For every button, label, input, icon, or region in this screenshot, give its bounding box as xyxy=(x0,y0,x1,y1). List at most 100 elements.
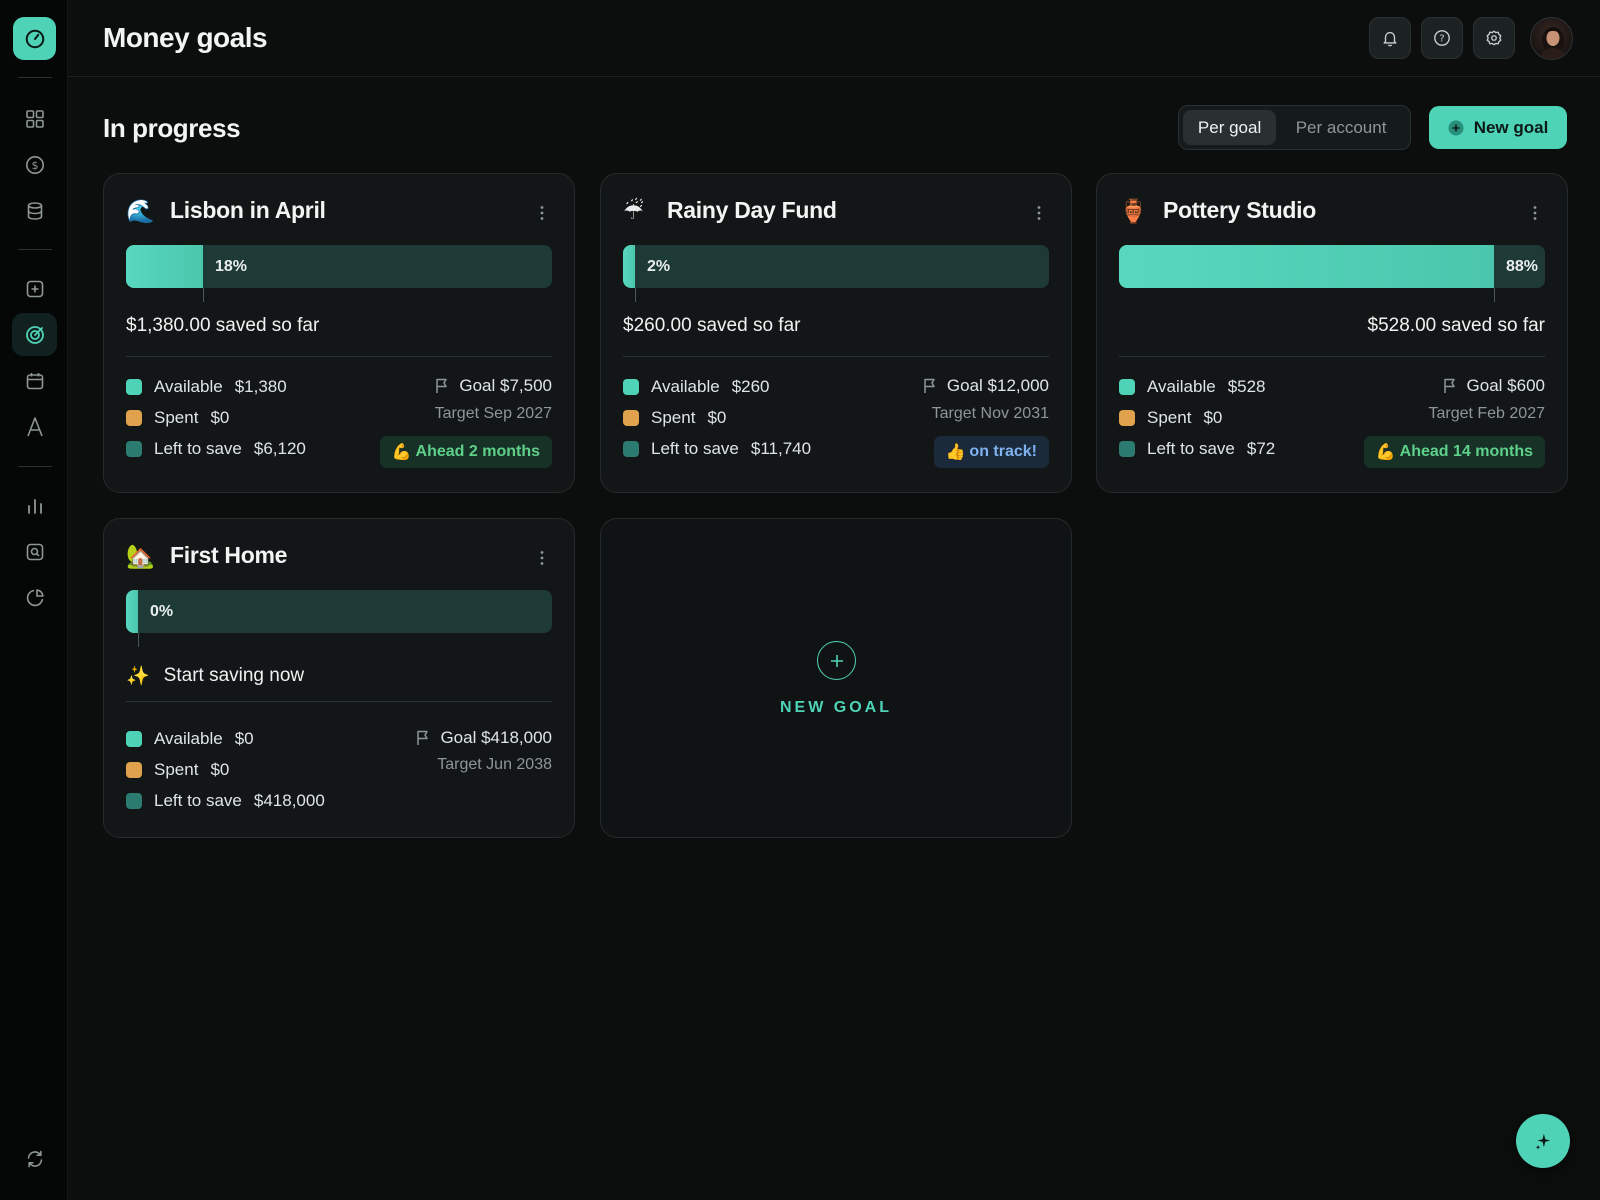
progress-fill xyxy=(623,245,635,288)
goal-emoji: 🏡 xyxy=(126,543,155,569)
sidebar-item-add[interactable] xyxy=(12,267,57,310)
goal-card[interactable]: ☔ Rainy Day Fund 2% $260.00 saved so far… xyxy=(600,173,1072,493)
progress-bar: 2% xyxy=(623,245,1049,302)
avatar[interactable] xyxy=(1530,17,1573,60)
flag-icon xyxy=(436,378,448,393)
target-date: Target Sep 2027 xyxy=(434,405,552,422)
goal-amount: Goal $418,000 xyxy=(416,728,552,748)
more-menu-button[interactable] xyxy=(1029,201,1049,225)
goal-amount: Goal $600 xyxy=(1443,376,1545,396)
goal-text: Goal $600 xyxy=(1466,376,1545,395)
stat-label: Available xyxy=(1147,377,1216,396)
goal-card[interactable]: 🌊 Lisbon in April 18% $1,380.00 saved so… xyxy=(103,173,575,493)
sidebar-item-search[interactable] xyxy=(12,530,57,573)
sidebar-divider xyxy=(18,466,52,467)
app-logo[interactable] xyxy=(13,17,56,60)
more-menu-button[interactable] xyxy=(532,201,552,225)
start-saving-prompt: ✨ Start saving now xyxy=(126,664,304,688)
stat-value: $0 xyxy=(210,760,230,779)
help-button[interactable]: ? xyxy=(1421,17,1463,59)
status-badge: 👍 on track! xyxy=(933,436,1049,468)
progress-marker xyxy=(138,633,139,647)
goal-text: Goal $12,000 xyxy=(946,376,1049,395)
view-toggle: Per goal Per account xyxy=(1178,105,1411,150)
user-photo-icon xyxy=(1539,27,1567,59)
settings-button[interactable] xyxy=(1473,17,1515,59)
more-menu-button[interactable] xyxy=(1525,201,1545,225)
tab-per-account[interactable]: Per account xyxy=(1276,110,1406,145)
goal-card[interactable]: 🏺 Pottery Studio 88% $528.00 saved so fa… xyxy=(1096,173,1568,493)
goal-emoji: 🌊 xyxy=(126,198,155,224)
badge-emoji: 👍 xyxy=(945,444,966,461)
stat-available: Available $1,380 xyxy=(126,376,287,398)
new-goal-button[interactable]: New goal xyxy=(1429,106,1567,149)
search-square-icon xyxy=(26,543,43,560)
progress-percent: 18% xyxy=(215,258,248,275)
stat-spent: Spent $0 xyxy=(126,759,229,781)
stat-label: Left to save xyxy=(154,791,242,810)
goal-text: Goal $7,500 xyxy=(459,376,552,395)
sidebar-item-money[interactable]: $ xyxy=(12,143,57,186)
left-swatch xyxy=(1119,441,1135,457)
sidebar-item-insights[interactable] xyxy=(12,576,57,619)
grid-icon xyxy=(25,109,44,128)
stat-spent: Spent $0 xyxy=(126,407,229,429)
progress-bar: 0% xyxy=(126,590,552,647)
flag-icon xyxy=(1443,378,1455,393)
sidebar-item-sync[interactable] xyxy=(12,1137,57,1180)
progress-percent: 2% xyxy=(647,258,671,275)
notifications-button[interactable] xyxy=(1369,17,1411,59)
stat-label: Left to save xyxy=(1147,439,1235,458)
letter-a-icon xyxy=(26,416,43,436)
new-goal-card[interactable]: NEW GOAL xyxy=(600,518,1072,838)
help-circle-icon: ? xyxy=(1434,30,1450,46)
progress-bar: 18% xyxy=(126,245,552,302)
stat-value: $6,120 xyxy=(253,439,306,458)
badge-text: Ahead 2 months xyxy=(415,443,540,460)
kebab-icon xyxy=(1533,206,1537,220)
sidebar-item-accounts[interactable] xyxy=(12,189,57,232)
status-badge: 💪 Ahead 2 months xyxy=(379,436,552,468)
more-menu-button[interactable] xyxy=(532,546,552,570)
sidebar-divider xyxy=(18,77,52,78)
pie-chart-icon xyxy=(26,588,44,606)
sidebar-item-dashboard[interactable] xyxy=(12,97,57,140)
sidebar-item-calendar[interactable] xyxy=(12,359,57,402)
goal-amount: Goal $12,000 xyxy=(923,376,1049,396)
goal-title: First Home xyxy=(170,542,288,568)
sidebar-item-goals[interactable] xyxy=(12,313,57,356)
progress-percent: 0% xyxy=(150,603,174,620)
plus-square-icon xyxy=(26,280,43,297)
status-badge: 💪 Ahead 14 months xyxy=(1363,436,1545,468)
available-swatch xyxy=(623,379,639,395)
svg-text:?: ? xyxy=(1439,34,1444,45)
sidebar-item-reports[interactable] xyxy=(12,484,57,527)
stat-value: $11,740 xyxy=(750,439,812,458)
stat-value: $418,000 xyxy=(253,791,325,810)
stat-spent: Spent $0 xyxy=(1119,407,1222,429)
badge-emoji: 💪 xyxy=(1375,444,1396,461)
card-divider xyxy=(623,356,1049,357)
spent-swatch xyxy=(126,762,142,778)
bell-icon xyxy=(1383,31,1397,47)
assistant-button[interactable] xyxy=(1516,1114,1570,1168)
left-swatch xyxy=(126,441,142,457)
left-swatch xyxy=(126,793,142,809)
stat-label: Available xyxy=(651,377,720,396)
progress-marker xyxy=(203,288,204,302)
available-swatch xyxy=(126,379,142,395)
stat-label: Spent xyxy=(154,760,199,779)
badge-text: on track! xyxy=(969,443,1037,460)
tab-per-goal[interactable]: Per goal xyxy=(1183,110,1277,145)
top-header: Money goals ? xyxy=(68,0,1600,77)
goal-card[interactable]: 🏡 First Home 0% ✨ Start saving now Avail… xyxy=(103,518,575,838)
gauge-icon xyxy=(25,29,44,48)
progress-percent: 88% xyxy=(1506,258,1539,275)
saved-amount: $528.00 saved so far xyxy=(1367,315,1545,336)
stat-label: Spent xyxy=(154,408,199,427)
badge-emoji: 💪 xyxy=(391,444,412,461)
svg-text:$: $ xyxy=(31,159,38,172)
sidebar-item-text[interactable] xyxy=(12,405,57,448)
kebab-icon xyxy=(540,206,544,220)
stat-value: $0 xyxy=(234,729,254,748)
